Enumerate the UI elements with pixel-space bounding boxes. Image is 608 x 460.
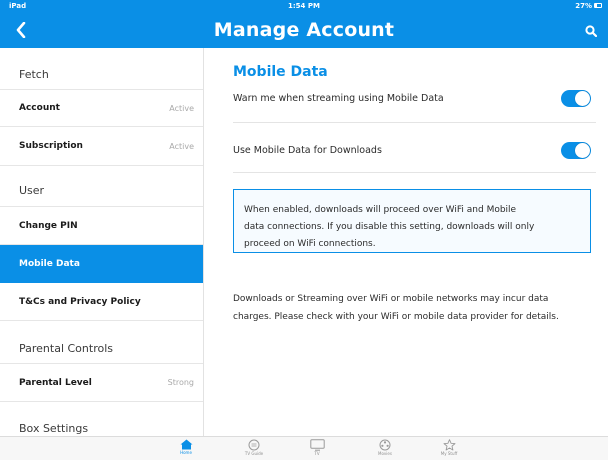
setting-label: Warn me when streaming using Mobile Data (233, 92, 444, 104)
tab-label: Home (180, 450, 192, 455)
movies-icon (379, 439, 391, 451)
section-header-box-settings: Box Settings (19, 421, 89, 435)
sidebar-item-mobile-data[interactable]: Mobile Data (0, 245, 203, 283)
sidebar-item-subscription[interactable]: Subscription Active (0, 127, 203, 166)
tab-label: TV (314, 451, 320, 456)
divider (233, 172, 596, 173)
tab-label: Movies (378, 451, 392, 456)
battery-percent: 27% (575, 2, 592, 10)
sidebar-item-label: Account (19, 103, 60, 113)
toggle-knob (575, 90, 590, 106)
sidebar-item-label: Change PIN (19, 220, 78, 231)
toggle-knob (575, 142, 590, 158)
tab-my-stuff[interactable]: My Stuff (427, 439, 471, 460)
sidebar-item-terms[interactable]: T&Cs and Privacy Policy (0, 283, 203, 321)
subscription-status: Active (169, 141, 194, 151)
home-icon (180, 439, 192, 450)
setting-label: Use Mobile Data for Downloads (233, 144, 382, 156)
tab-label: My Stuff (440, 451, 458, 456)
parental-level-status: Strong (167, 378, 194, 387)
sidebar-item-parental-level[interactable]: Parental Level Strong (0, 363, 203, 402)
page-title: Manage Account (213, 19, 395, 41)
sidebar-item-label: Mobile Data (19, 258, 80, 269)
mobile-data-panel: Mobile Data Warn me when streaming using… (204, 48, 608, 436)
tab-label: TV Guide (244, 451, 264, 456)
disclaimer-line: charges. Please check with your WiFi or … (233, 312, 559, 322)
sidebar-item-label: Subscription (19, 141, 83, 151)
disclaimer-line: Downloads or Streaming over WiFi or mobi… (233, 294, 549, 304)
tv-guide-icon (248, 439, 260, 451)
navigation-bar: iPad 1:54 PM 27% Manage Account (0, 0, 608, 48)
sidebar-item-label: T&Cs and Privacy Policy (19, 296, 141, 307)
info-line: proceed on WiFi connections. (244, 239, 376, 249)
streaming-warning-setting: Warn me when streaming using Mobile Data (233, 88, 591, 108)
info-line: When enabled, downloads will proceed ove… (244, 205, 517, 215)
tab-movies[interactable]: Movies (363, 439, 407, 460)
streaming-warning-toggle[interactable] (561, 89, 591, 107)
account-status: Active (169, 103, 194, 113)
search-button[interactable] (582, 22, 600, 40)
battery-icon (594, 3, 602, 8)
data-charges-disclaimer: Downloads or Streaming over WiFi or mobi… (233, 290, 598, 326)
info-line: data connections. If you disable this se… (244, 222, 535, 232)
sidebar-item-account[interactable]: Account Active (0, 89, 203, 127)
sidebar-item-label: Parental Level (19, 377, 92, 388)
section-header-fetch: Fetch (19, 67, 49, 81)
tab-tv[interactable]: TV (295, 439, 339, 460)
downloads-setting: Use Mobile Data for Downloads (233, 140, 591, 160)
status-time: 1:54 PM (288, 2, 320, 10)
section-title: Mobile Data (233, 64, 328, 80)
section-header-parental-controls: Parental Controls (19, 341, 113, 355)
info-box: When enabled, downloads will proceed ove… (233, 189, 591, 253)
tab-bar: Home TV Guide TV Movies My Stuff (0, 436, 608, 460)
tab-home[interactable]: Home (164, 439, 208, 460)
downloads-toggle[interactable] (561, 141, 591, 159)
sidebar-item-change-pin[interactable]: Change PIN (0, 206, 203, 245)
section-header-user: User (19, 183, 45, 197)
search-icon (585, 25, 597, 37)
tab-tv-guide[interactable]: TV Guide (232, 439, 276, 460)
divider (233, 122, 596, 123)
tv-icon (309, 439, 325, 451)
star-icon (443, 439, 455, 451)
settings-sidebar: Fetch Account Active Subscription Active… (0, 48, 204, 436)
